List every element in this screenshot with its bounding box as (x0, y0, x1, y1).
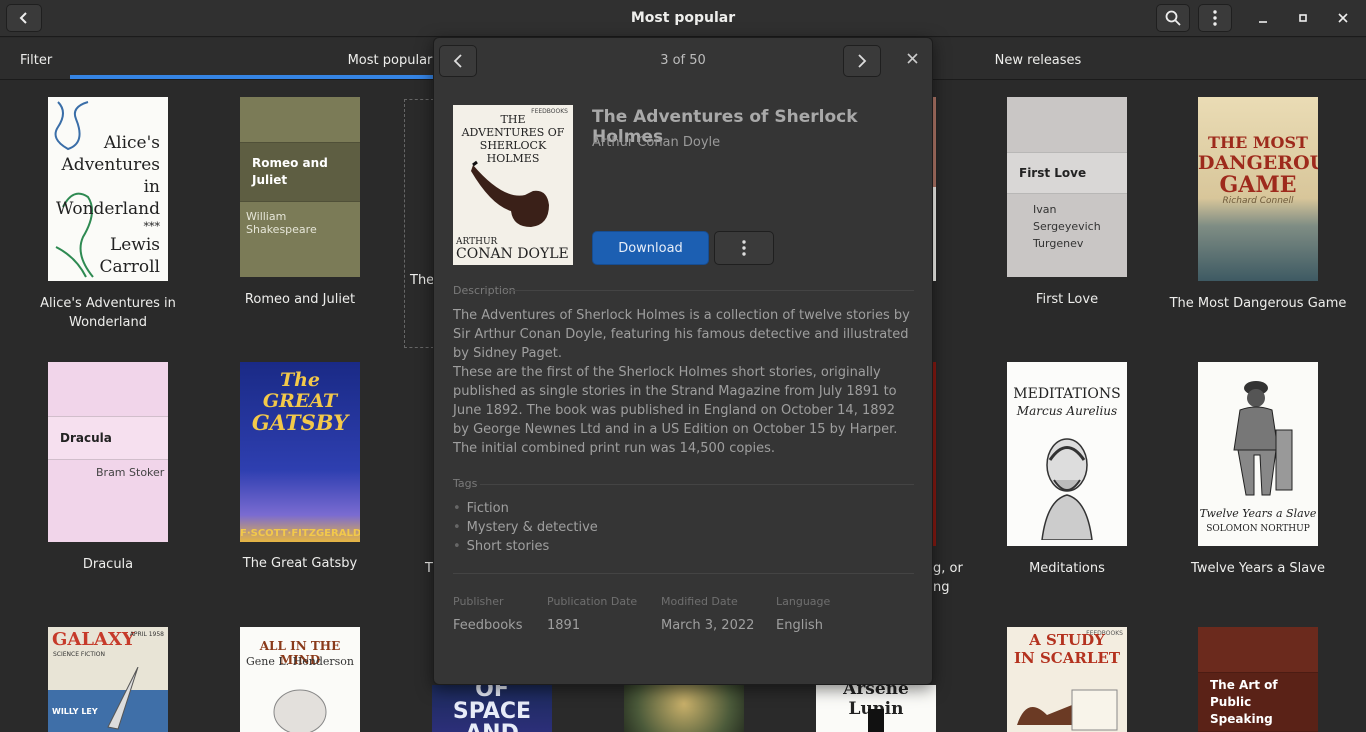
book-title: Dracula (82, 557, 134, 572)
modified-date-value: March 3, 2022 (661, 618, 755, 633)
header-bar: Most popular (0, 0, 1366, 37)
tag-item[interactable]: • Fiction (453, 501, 509, 516)
book-title: Meditations (1029, 561, 1105, 576)
main-menu-button[interactable] (1198, 4, 1232, 32)
book-cover[interactable]: Dracula Bram Stoker (48, 362, 168, 542)
divider (480, 484, 914, 485)
book-cover[interactable] (624, 685, 744, 732)
book-title: The Great Gatsby (242, 556, 358, 571)
maximize-button[interactable] (1289, 4, 1317, 32)
book-title: The Most Dangerous Game (1169, 296, 1347, 311)
more-options-button[interactable] (714, 231, 774, 265)
book-title: First Love (1035, 292, 1099, 307)
book-cover[interactable]: ALL IN THE MIND Gene L. Henderson (240, 627, 360, 732)
next-book-button[interactable] (843, 45, 881, 77)
close-icon (1338, 13, 1348, 23)
tag-item[interactable]: • Short stories (453, 539, 549, 554)
book-title: Romeo and Juliet (244, 292, 356, 307)
search-button[interactable] (1156, 4, 1190, 32)
tag-item[interactable]: • Mystery & detective (453, 520, 598, 535)
language-value: English (776, 618, 823, 633)
maximize-icon (1299, 14, 1307, 22)
book-cover[interactable]: THE MOST DANGEROUS GAME Richard Connell (1198, 97, 1318, 281)
minimize-icon (1259, 21, 1267, 23)
download-button[interactable]: Download (592, 231, 709, 265)
divider (504, 290, 914, 291)
active-tab-indicator (70, 75, 434, 79)
book-details-popover: 3 of 50 FEEDBOOKS THE ADVENTURES OF SHER… (433, 37, 933, 685)
focus-outline (404, 99, 434, 348)
close-popover-button[interactable] (907, 50, 918, 68)
book-cover[interactable]: The GREAT GATSBY F·SCOTT·FITZGERALD (240, 362, 360, 542)
book-cover[interactable]: FEEDBOOKS A STUDY IN SCARLET (1007, 627, 1127, 732)
book-cover[interactable]: First Love Ivan Sergeyevich Turgenev (1007, 97, 1127, 277)
minimize-button[interactable] (1249, 4, 1277, 32)
book-cover[interactable]: Twelve Years a Slave SOLOMON NORTHUP (1198, 362, 1318, 546)
more-vertical-icon (742, 240, 746, 256)
search-icon (1165, 10, 1181, 26)
close-button[interactable] (1329, 4, 1357, 32)
modified-date-label: Modified Date (661, 595, 738, 608)
publication-date-label: Publication Date (547, 595, 638, 608)
publication-date-value: 1891 (547, 618, 581, 633)
filter-button[interactable]: Filter (20, 53, 52, 68)
language-label: Language (776, 595, 831, 608)
description-text: The Adventures of Sherlock Holmes is a c… (453, 308, 910, 456)
book-cover[interactable]: GALAXY SCIENCE FICTION APRIL 1958 WILLY … (48, 627, 168, 732)
book-title: g, or ng (933, 561, 963, 595)
publisher-label: Publisher (453, 595, 504, 608)
tags-heading: Tags (453, 477, 478, 490)
tab-new-releases[interactable]: New releases (978, 53, 1098, 68)
book-author: Arthur Conan Doyle (592, 135, 721, 150)
menu-icon (1213, 10, 1217, 26)
divider (453, 573, 914, 574)
book-cover[interactable]: OF SPACE AND (432, 685, 552, 732)
chevron-right-icon (858, 54, 867, 68)
book-cover[interactable]: The Art of Public Speaking (1198, 627, 1318, 732)
book-cover: FEEDBOOKS THE ADVENTURES OF SHERLOCK HOL… (453, 105, 573, 265)
book-cover[interactable]: Alice's Adventures in Wonderland *** Lew… (48, 97, 168, 281)
book-title: Twelve Years a Slave (1191, 561, 1325, 576)
book-cover[interactable]: MEDITATIONS Marcus Aurelius (1007, 362, 1127, 546)
book-cover[interactable]: Arsène Lupin (816, 685, 936, 732)
book-title: Alice's Adventures in Wonderland (40, 296, 176, 330)
book-cover[interactable]: Romeo and Juliet William Shakespeare (240, 97, 360, 277)
tab-most-popular[interactable]: Most popular (330, 53, 450, 68)
close-icon (907, 53, 918, 64)
publisher-value: Feedbooks (453, 618, 523, 633)
